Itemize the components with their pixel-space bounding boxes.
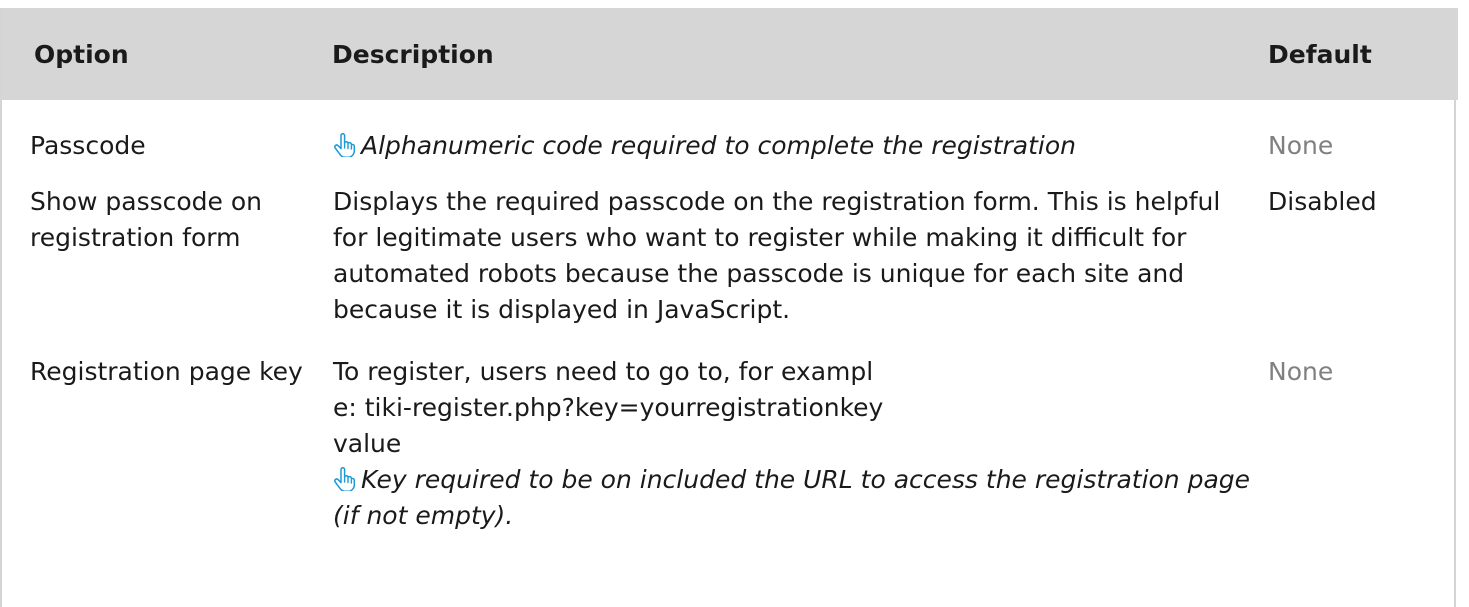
option-hint: Alphanumeric code required to complete t… [333, 131, 1076, 160]
option-name: Registration page key [30, 357, 303, 386]
column-header-option: Option [34, 39, 129, 69]
default-value: None [1268, 131, 1334, 160]
option-name: Show passcode on registration form [30, 187, 263, 252]
table-row: Registration page key To register, users… [2, 354, 1458, 535]
preferences-table-container: Option Description Default Passcode Alph… [0, 8, 1458, 607]
option-description: Alphanumeric code required to complete t… [332, 100, 1268, 184]
option-description: Displays the required passcode on the re… [333, 187, 1221, 324]
table-row: Passcode Alphanumeric code required to c… [2, 100, 1458, 184]
preferences-table: Option Description Default Passcode Alph… [2, 8, 1458, 535]
table-header-row: Option Description Default [2, 8, 1458, 100]
table-row: Show passcode on registration form Displ… [2, 184, 1458, 354]
pointing-hand-icon [334, 133, 355, 157]
hint-text: Key required to be on included the URL t… [333, 465, 1251, 530]
column-header-description: Description [332, 39, 494, 69]
option-hint: Key required to be on included the URL t… [333, 462, 1256, 534]
description-text: To register, users need to go to, for ex… [333, 357, 884, 458]
pointing-hand-icon [334, 467, 355, 491]
default-value: Disabled [1268, 187, 1377, 216]
column-header-default: Default [1268, 39, 1372, 69]
option-description: To register, users need to go to, for ex… [332, 354, 1268, 535]
default-value: None [1268, 357, 1334, 386]
option-name: Passcode [30, 131, 146, 160]
hint-text: Alphanumeric code required to complete t… [361, 131, 1076, 160]
